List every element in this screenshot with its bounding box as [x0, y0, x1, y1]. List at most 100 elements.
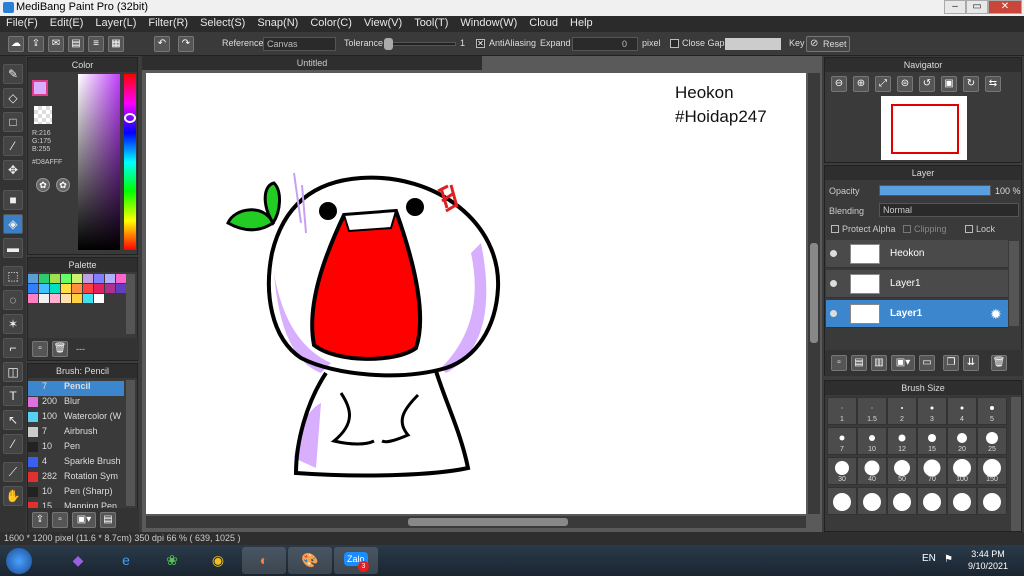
menu-color[interactable]: Color(C): [304, 16, 358, 32]
brush-size-option[interactable]: 1.5: [857, 397, 887, 425]
brush-size-option[interactable]: 3: [917, 397, 947, 425]
brush-size-scrollbar[interactable]: [1011, 397, 1021, 531]
palette-swatch[interactable]: [72, 284, 82, 293]
delete-layer-icon[interactable]: 🗑: [991, 355, 1007, 371]
internet-explorer-icon[interactable]: e: [104, 547, 148, 574]
fit-screen-icon[interactable]: ⤢: [875, 76, 891, 92]
layer-row[interactable]: Heokon: [826, 240, 1008, 268]
palette-swatch[interactable]: [50, 294, 60, 303]
close-button[interactable]: ✕: [988, 0, 1022, 14]
brush-size-option[interactable]: 5: [977, 397, 1007, 425]
brush-item[interactable]: 100 Watercolor (W: [28, 411, 124, 426]
comment-icon[interactable]: ✉: [48, 36, 64, 52]
vertical-scrollbar-thumb[interactable]: [810, 243, 818, 343]
palette-swatch[interactable]: [50, 274, 60, 283]
magic-wand-tool-icon[interactable]: ✶: [3, 314, 23, 334]
menu-cloud[interactable]: Cloud: [523, 16, 564, 32]
close-gaps-checkbox[interactable]: [670, 39, 679, 48]
brush-size-option[interactable]: 7: [827, 427, 857, 455]
new-brush-icon[interactable]: ▫: [52, 512, 68, 528]
brush-size-option[interactable]: 2: [887, 397, 917, 425]
drawing-canvas[interactable]: Heokon #Hoidap247: [146, 73, 806, 514]
paint-icon[interactable]: 🎨: [288, 547, 332, 574]
operation-tool-icon[interactable]: ↖: [3, 410, 23, 430]
palette-swatch[interactable]: [72, 294, 82, 303]
menu-layer[interactable]: Layer(L): [89, 16, 142, 32]
brush-size-option[interactable]: 30: [827, 457, 857, 485]
brush-size-option[interactable]: [887, 487, 917, 515]
tolerance-slider-thumb[interactable]: [384, 38, 393, 50]
reference-select[interactable]: Canvas: [263, 37, 336, 51]
saturation-value-picker[interactable]: [78, 74, 120, 250]
coc-coc-icon[interactable]: ❀: [150, 547, 194, 574]
redo-icon[interactable]: ↷: [178, 36, 194, 52]
select-tool-icon[interactable]: ⬚: [3, 266, 23, 286]
palette-swatch[interactable]: [83, 274, 93, 283]
medibang-taskbar-icon[interactable]: ◐: [242, 547, 286, 574]
expand-input[interactable]: 0: [572, 37, 638, 51]
protect-alpha-checkbox[interactable]: [831, 225, 839, 233]
menu-filter[interactable]: Filter(R): [142, 16, 194, 32]
brush-item[interactable]: 7 Pencil: [28, 381, 124, 396]
menu-view[interactable]: View(V): [358, 16, 408, 32]
antialiasing-checkbox[interactable]: ✕: [476, 39, 485, 48]
actual-size-icon[interactable]: ⊜: [897, 76, 913, 92]
navigator-viewport-frame[interactable]: [891, 104, 959, 154]
visibility-icon[interactable]: [830, 310, 837, 317]
lasso-tool-icon[interactable]: ◌: [3, 290, 23, 310]
flip-icon[interactable]: ⇆: [985, 76, 1001, 92]
palette-swatch[interactable]: [28, 284, 38, 293]
menu-select[interactable]: Select(S): [194, 16, 251, 32]
select-pen-tool-icon[interactable]: ⌐: [3, 338, 23, 358]
folder-icon[interactable]: ▭: [919, 355, 935, 371]
palette-swatch[interactable]: [72, 274, 82, 283]
visibility-icon[interactable]: [830, 280, 837, 287]
navigator-preview[interactable]: [881, 96, 967, 160]
grid-icon[interactable]: ▦: [108, 36, 124, 52]
dot-tool-icon[interactable]: ⁄: [3, 136, 23, 156]
brush-size-option[interactable]: 100: [947, 457, 977, 485]
hue-slider-thumb[interactable]: [124, 113, 136, 123]
reset-button[interactable]: ⊘ Reset: [806, 36, 850, 52]
palette-swatch[interactable]: [116, 274, 126, 283]
brush-size-option[interactable]: 25: [977, 427, 1007, 455]
minimize-button[interactable]: –: [944, 0, 966, 14]
opacity-slider[interactable]: [879, 185, 991, 196]
palette-swatch[interactable]: [28, 294, 38, 303]
new-palette-icon[interactable]: ▫: [32, 341, 48, 357]
document-tab[interactable]: Untitled: [142, 56, 482, 70]
new-halftone-layer-icon[interactable]: ▤: [851, 355, 867, 371]
clipping-checkbox[interactable]: [903, 225, 911, 233]
delete-palette-icon[interactable]: 🗑: [52, 341, 68, 357]
layer-scrollbar[interactable]: [1009, 241, 1019, 326]
fill-rect-tool-icon[interactable]: ■: [3, 190, 23, 210]
close-gaps-slider[interactable]: [725, 38, 781, 50]
gradient-tool-icon[interactable]: ▬: [3, 238, 23, 258]
palette-scrollbar[interactable]: [126, 274, 135, 334]
brush-settings-icon[interactable]: ▤: [100, 512, 116, 528]
palette-swatch[interactable]: [50, 284, 60, 293]
palette-swatch[interactable]: [105, 274, 115, 283]
transparent-swatch[interactable]: [34, 106, 52, 124]
palette-swatch[interactable]: [105, 284, 115, 293]
tolerance-slider[interactable]: [384, 42, 456, 46]
upload-icon[interactable]: ⇪: [28, 36, 44, 52]
cloud-icon[interactable]: ☁: [8, 36, 24, 52]
zalo-taskbar-item[interactable]: Zalo 3: [334, 547, 378, 574]
brush-item[interactable]: 7 Airbrush: [28, 426, 124, 441]
palette-swatch[interactable]: [39, 284, 49, 293]
horizontal-scrollbar-thumb[interactable]: [408, 518, 568, 526]
foreground-color-swatch[interactable]: [32, 80, 48, 96]
eyedropper-tool-icon[interactable]: ⁄: [3, 434, 23, 454]
vertical-scrollbar[interactable]: [808, 73, 820, 514]
hand-tool-icon[interactable]: ✋: [3, 486, 23, 506]
brush-size-option[interactable]: 40: [857, 457, 887, 485]
hue-slider[interactable]: [124, 74, 136, 250]
palette-swatch[interactable]: [61, 294, 71, 303]
brush-options-icon[interactable]: ▣▾: [72, 512, 96, 528]
menu-file[interactable]: File(F): [0, 16, 44, 32]
blending-select[interactable]: Normal: [879, 203, 1019, 217]
menu-help[interactable]: Help: [564, 16, 599, 32]
brush-size-option[interactable]: [917, 487, 947, 515]
layer-row-selected[interactable]: Layer1 ✹: [826, 300, 1008, 328]
